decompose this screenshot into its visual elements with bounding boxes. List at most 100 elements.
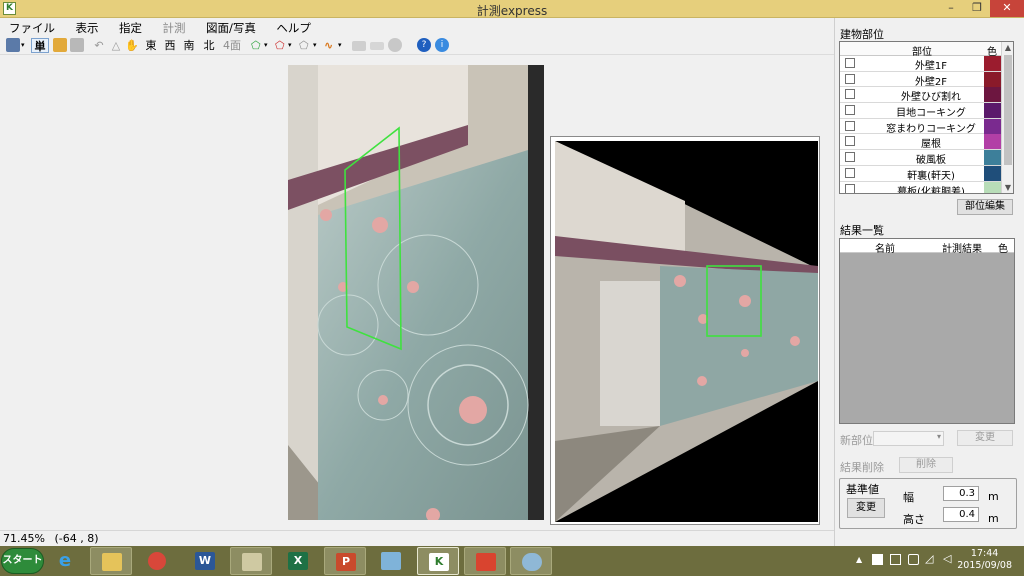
action-center-icon[interactable] — [890, 554, 901, 565]
single-mode-button[interactable]: 単 — [31, 38, 49, 53]
network-icon[interactable]: ◿ — [925, 552, 933, 565]
scroll-down-icon[interactable]: ▼ — [1002, 183, 1013, 192]
minimize-button[interactable]: – — [938, 0, 964, 17]
parts-list-item[interactable]: 外壁2F — [840, 71, 1013, 88]
maximize-button[interactable]: ❐ — [964, 0, 990, 17]
taskbar-app[interactable] — [370, 547, 412, 575]
windows-flag-icon[interactable] — [872, 554, 883, 565]
parts-list[interactable]: 部位 色 外壁1F 外壁2F 外壁ひび割れ 目地コーキング 窓まわりコーキング 屋根 破風板… — [839, 41, 1014, 194]
direction-south-button[interactable]: 南 — [183, 38, 195, 53]
dropdown-arrow-icon[interactable]: ▾ — [338, 38, 342, 53]
parts-list-item[interactable]: 幕板(化粧胴差) — [840, 181, 1013, 193]
taskbar-chrome[interactable] — [137, 547, 179, 575]
part-color-swatch[interactable] — [984, 87, 1002, 103]
menu-file[interactable]: ファイル — [0, 18, 63, 36]
hand-pan-icon[interactable]: ✋ — [125, 38, 139, 52]
menu-specify[interactable]: 指定 — [110, 18, 150, 36]
image-canvas[interactable] — [0, 56, 834, 530]
volume-icon[interactable]: ◁ — [943, 552, 951, 565]
part-checkbox[interactable] — [845, 183, 855, 193]
taskbar-acrobat[interactable] — [464, 547, 506, 575]
parts-list-item[interactable]: 破風板 — [840, 150, 1013, 166]
taskbar-excel[interactable]: X — [277, 547, 319, 575]
change-part-button[interactable]: 変更 — [957, 430, 1013, 446]
part-checkbox[interactable] — [845, 120, 855, 131]
taskbar-ie[interactable]: e — [44, 547, 86, 575]
taskbar-powerpoint[interactable]: P — [324, 547, 366, 575]
dropdown-arrow-icon[interactable]: ▾ — [264, 38, 268, 53]
part-checkbox[interactable] — [845, 58, 855, 68]
results-list[interactable]: 名前 計測結果 色 — [839, 238, 1015, 424]
info-icon[interactable]: i — [435, 38, 449, 52]
part-checkbox[interactable] — [845, 105, 855, 116]
polygon-green-icon[interactable]: ⬠ — [251, 38, 261, 53]
scroll-up-icon[interactable]: ▲ — [1002, 43, 1013, 52]
parts-list-item[interactable]: 外壁ひび割れ — [840, 87, 1013, 103]
taskbar-keisoku[interactable]: K — [417, 547, 459, 575]
layout-icon[interactable] — [370, 42, 384, 50]
part-color-swatch[interactable] — [984, 165, 1002, 181]
four-view-button[interactable]: 4面 — [222, 38, 242, 53]
line-tool-icon[interactable]: ∿ — [324, 38, 333, 53]
help-icon[interactable]: ? — [417, 38, 431, 52]
direction-west-button[interactable]: 西 — [164, 38, 176, 53]
export-icon[interactable] — [388, 38, 402, 52]
rectified-photo[interactable] — [555, 141, 818, 522]
part-checkbox[interactable] — [845, 167, 855, 178]
tray-overflow-icon[interactable]: ▲ — [856, 555, 862, 564]
height-value-field[interactable]: 0.4 — [943, 507, 979, 522]
source-photo[interactable] — [288, 65, 544, 520]
part-color-swatch[interactable] — [984, 56, 1002, 71]
part-color-swatch[interactable] — [984, 150, 1002, 166]
taskbar-folder[interactable] — [230, 547, 272, 575]
parts-scrollbar[interactable]: ▲ ▼ — [1001, 42, 1013, 193]
parts-list-header: 部位 色 — [840, 42, 1013, 58]
part-color-swatch[interactable] — [984, 103, 1002, 119]
width-value-field[interactable]: 0.3 — [943, 486, 979, 501]
taskbar-clock[interactable]: 17:44 2015/09/08 — [957, 548, 1012, 572]
part-color-swatch[interactable] — [984, 181, 1002, 193]
part-checkbox[interactable] — [845, 136, 855, 147]
taskbar-word[interactable]: W — [184, 547, 226, 575]
dropdown-arrow-icon[interactable]: ▾ — [288, 38, 292, 53]
new-part-select[interactable]: ▾ — [873, 431, 944, 446]
dropdown-arrow-icon[interactable]: ▾ — [313, 38, 317, 53]
part-color-swatch[interactable] — [984, 134, 1002, 150]
parts-list-item[interactable]: 屋根 — [840, 134, 1013, 150]
taskbar-paint[interactable] — [510, 547, 552, 575]
part-color-swatch[interactable] — [984, 118, 1002, 134]
delete-result-button[interactable]: 削除 — [899, 457, 953, 473]
polygon-gray-icon[interactable]: ⬠ — [299, 38, 309, 53]
folder-open-icon[interactable] — [53, 38, 67, 52]
polygon-red-icon[interactable]: ⬠ — [275, 38, 285, 53]
start-button[interactable]: スタート — [1, 548, 44, 574]
part-checkbox[interactable] — [845, 152, 855, 163]
scroll-thumb[interactable] — [1004, 55, 1012, 165]
height-unit: m — [988, 512, 999, 525]
menu-help[interactable]: ヘルプ — [267, 18, 319, 36]
taskbar-explorer[interactable] — [90, 547, 132, 575]
parts-list-item[interactable]: 窓まわりコーキング — [840, 118, 1013, 135]
save-icon[interactable] — [70, 38, 84, 52]
part-color-swatch[interactable] — [984, 71, 1002, 87]
direction-east-button[interactable]: 東 — [145, 38, 157, 53]
results-list-header: 名前 計測結果 色 — [840, 239, 1014, 255]
parts-edit-button[interactable]: 部位編集 — [957, 199, 1013, 215]
close-button[interactable]: ✕ — [990, 0, 1024, 17]
measure-angle-icon[interactable]: △ — [109, 38, 123, 52]
grid-icon[interactable] — [352, 41, 366, 51]
parts-list-item[interactable]: 目地コーキング — [840, 103, 1013, 119]
undo-icon[interactable]: ↶ — [92, 38, 106, 52]
parts-list-item[interactable]: 外壁1F — [840, 56, 1013, 72]
open-dropdown-icon[interactable] — [6, 38, 20, 52]
direction-north-button[interactable]: 北 — [203, 38, 215, 53]
device-icon[interactable] — [908, 554, 919, 565]
menu-drawing-photo[interactable]: 図面/写真 — [197, 18, 264, 36]
menu-measure[interactable]: 計測 — [154, 18, 194, 36]
menu-view[interactable]: 表示 — [67, 18, 107, 36]
reference-change-button[interactable]: 変更 — [847, 498, 885, 518]
dropdown-arrow-icon[interactable]: ▾ — [21, 38, 25, 53]
part-checkbox[interactable] — [845, 73, 855, 84]
parts-list-item[interactable]: 軒裏(軒天) — [840, 165, 1013, 182]
part-checkbox[interactable] — [845, 89, 855, 100]
